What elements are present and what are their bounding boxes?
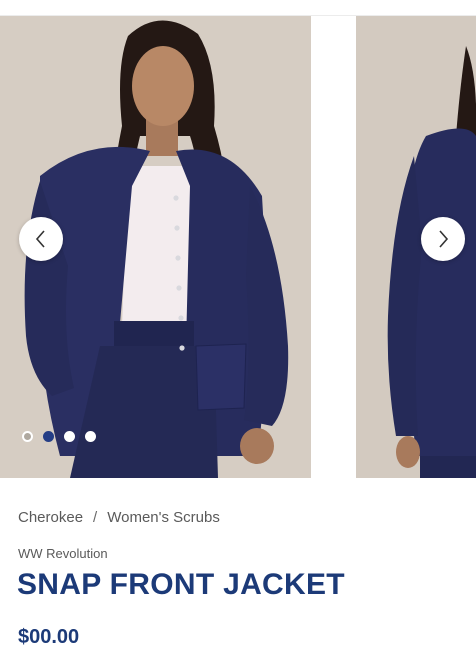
chevron-left-icon [35,230,45,248]
breadcrumb: Cherokee / Women's Scrubs [18,509,220,526]
carousel-prev-button[interactable] [19,217,63,261]
breadcrumb-link-category[interactable]: Women's Scrubs [107,509,220,526]
product-price: $00.00 [18,626,80,648]
pagination-dot[interactable] [64,431,75,442]
product-collection[interactable]: WW Revolution [18,546,108,561]
product-title: SNAP FRONT JACKET [17,568,345,601]
carousel-pagination [22,431,96,442]
top-bar [0,0,476,16]
pagination-dot[interactable] [22,431,33,442]
pagination-dot[interactable] [85,431,96,442]
carousel-next-button[interactable] [421,217,465,261]
breadcrumb-separator: / [93,509,98,526]
chevron-right-icon [439,230,449,248]
pagination-dot-active[interactable] [43,431,54,442]
breadcrumb-link-brand[interactable]: Cherokee [18,509,83,526]
product-image-carousel[interactable] [0,16,476,478]
